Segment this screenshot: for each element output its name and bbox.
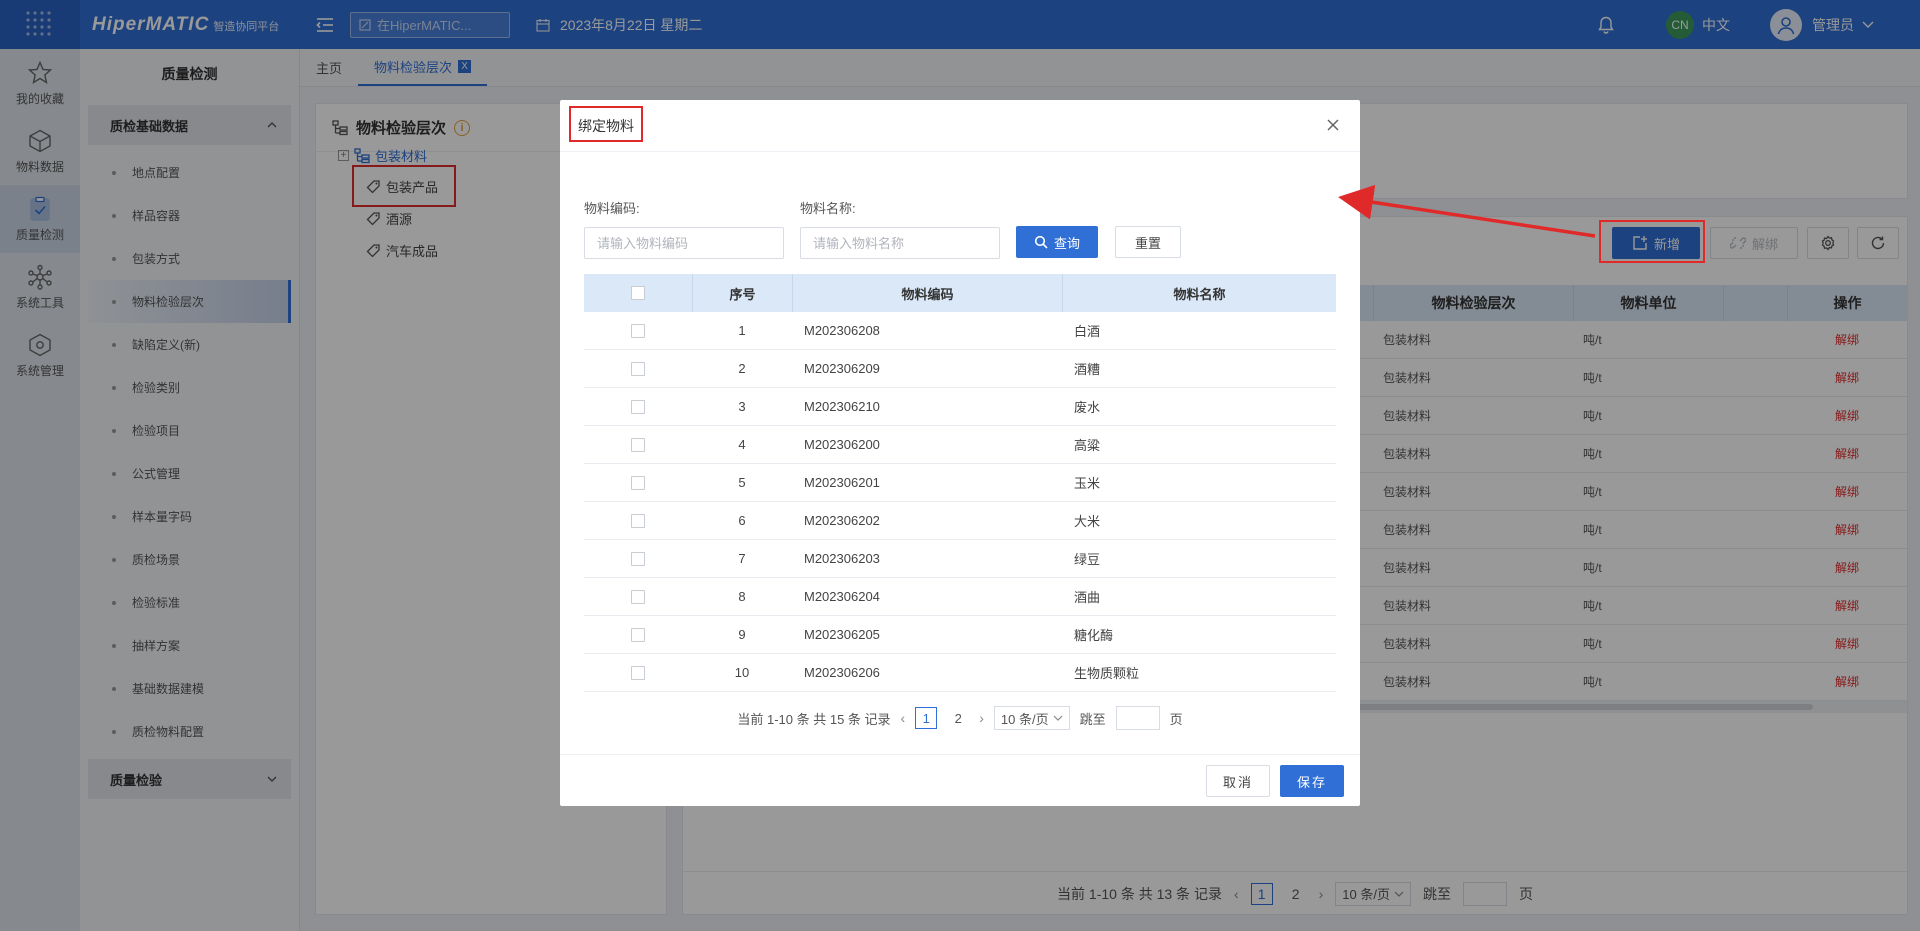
table-cell: M202306200 [804,437,880,452]
row-checkbox[interactable] [631,437,645,452]
table-cell: 3 [738,399,746,414]
material-name-input[interactable] [800,227,1000,259]
table-cell: 2 [738,361,746,376]
annotation-box-dialog-title [569,106,643,142]
chevron-down-icon [1053,715,1063,721]
material-table-body: 1 M202306208 白酒 2 M202306209 酒糟 3 M202306210 废水 4… [584,312,1336,692]
dialog-pagination: 当前 1-10 条 共 15 条 记录 ‹ 1 2 › 10 条/页 跳至 页 [560,706,1360,730]
cancel-button[interactable]: 取消 [1206,765,1270,797]
table-header-cell [584,274,692,312]
table-cell [584,312,692,349]
table-header-cell: 物料名称 [1062,274,1336,312]
table-cell: 酒曲 [1074,590,1101,605]
table-cell: 糖化酶 [1074,628,1114,643]
row-checkbox[interactable] [631,475,645,490]
row-checkbox[interactable] [631,589,645,604]
reset-button[interactable]: 重置 [1115,226,1181,258]
table-cell: M202306203 [804,551,880,566]
table-cell: 10 [734,665,750,680]
table-cell: M202306204 [804,589,880,604]
pagination-summary: 当前 1-10 条 共 15 条 记录 [737,711,891,727]
page-number[interactable]: 2 [947,707,969,729]
search-form: 物料编码: 物料名称: [584,198,1000,259]
search-icon [1034,235,1048,249]
page-size-select[interactable]: 10 条/页 [993,706,1070,730]
select-all-checkbox[interactable] [631,286,645,300]
table-cell [584,502,692,539]
table-cell: 高粱 [1074,438,1101,453]
page-unit-label: 页 [1169,711,1183,727]
row-checkbox[interactable] [631,627,645,642]
dialog-footer: 取消 保存 [560,754,1360,806]
page-number[interactable]: 1 [915,707,938,729]
table-cell: 7 [738,551,746,566]
table-row[interactable]: 7 M202306203 绿豆 [584,540,1336,578]
table-cell: 生物质颗粒 [1074,666,1140,681]
table-cell: 绿豆 [1074,552,1101,567]
table-cell: M202306205 [804,627,880,642]
table-row[interactable]: 3 M202306210 废水 [584,388,1336,426]
dialog-header: 绑定物料 [560,100,1360,152]
table-cell [584,426,692,463]
table-cell: M202306206 [804,665,880,680]
table-cell: M202306202 [804,513,880,528]
next-page-icon[interactable]: › [979,710,984,726]
table-cell: M202306201 [804,475,880,490]
table-cell: 废水 [1074,400,1101,415]
table-cell: 9 [738,627,746,642]
table-cell: 8 [738,589,746,604]
close-icon[interactable] [1324,116,1342,134]
table-header-cell: 物料编码 [792,274,1062,312]
page-size-value: 10 条/页 [1000,711,1049,727]
table-cell: 白酒 [1074,324,1101,339]
table-row[interactable]: 9 M202306205 糖化酶 [584,616,1336,654]
table-row[interactable]: 2 M202306209 酒糟 [584,350,1336,388]
material-code-input[interactable] [584,227,784,259]
material-code-label: 物料编码: [584,201,640,216]
query-button-label: 查询 [1053,235,1080,251]
table-cell [584,464,692,501]
table-cell [584,616,692,653]
table-cell [584,578,692,615]
query-button[interactable]: 查询 [1016,226,1098,258]
table-cell: 4 [738,437,746,452]
table-cell [584,654,692,691]
row-checkbox[interactable] [631,513,645,528]
table-cell: 5 [738,475,746,490]
table-cell: 玉米 [1074,476,1101,491]
table-cell [584,350,692,387]
material-table: 序号 物料编码 物料名称 1 M202306208 白酒 2 M202306209 酒糟 3… [584,274,1336,692]
table-cell: M202306210 [804,399,880,414]
table-row[interactable]: 6 M202306202 大米 [584,502,1336,540]
jump-label: 跳至 [1079,711,1106,727]
annotation-box-add-button [1599,220,1705,263]
table-cell: M202306208 [804,323,880,338]
table-cell [584,540,692,577]
table-cell [584,388,692,425]
table-cell: 大米 [1074,514,1101,529]
table-cell: M202306209 [804,361,880,376]
table-row[interactable]: 1 M202306208 白酒 [584,312,1336,350]
row-checkbox[interactable] [631,399,645,414]
material-name-field: 物料名称: [800,198,1000,259]
table-header-row: 序号 物料编码 物料名称 [584,274,1336,312]
table-row[interactable]: 5 M202306201 玉米 [584,464,1336,502]
table-cell: 1 [738,323,746,338]
save-button[interactable]: 保存 [1280,765,1344,797]
table-row[interactable]: 8 M202306204 酒曲 [584,578,1336,616]
table-header-cell: 序号 [692,274,792,312]
table-cell: 酒糟 [1074,362,1101,377]
material-code-field: 物料编码: [584,198,784,259]
table-cell: 6 [738,513,746,528]
jump-page-input[interactable] [1115,706,1160,730]
row-checkbox[interactable] [631,323,645,338]
row-checkbox[interactable] [631,551,645,566]
material-name-label: 物料名称: [800,201,856,216]
prev-page-icon[interactable]: ‹ [901,710,906,726]
bind-material-dialog: 绑定物料 物料编码: 物料名称: 查询 重置 序号 物料编码 物料名称 1 M20… [560,100,1360,806]
row-checkbox[interactable] [631,361,645,376]
row-checkbox[interactable] [631,665,645,680]
table-row[interactable]: 10 M202306206 生物质颗粒 [584,654,1336,692]
table-row[interactable]: 4 M202306200 高粱 [584,426,1336,464]
